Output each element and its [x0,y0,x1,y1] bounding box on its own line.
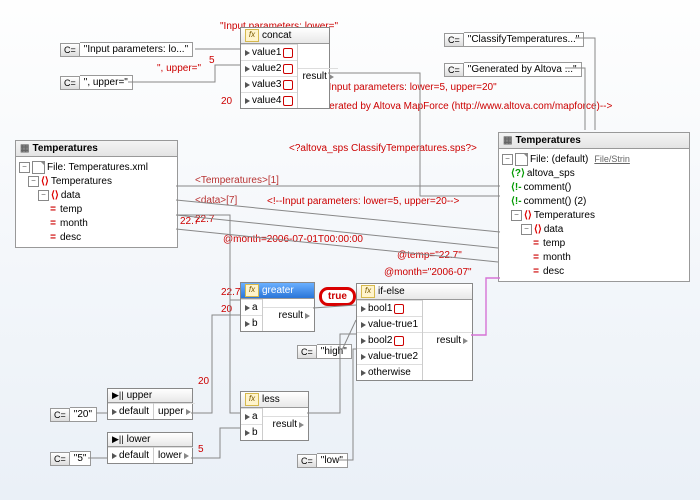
func-upper[interactable]: ▶||upper defaultupper [107,388,193,420]
root-row[interactable]: −⟨⟩Temperatures [18,174,175,188]
label-20c: 20 [198,376,209,387]
true-bubble: true [319,287,356,306]
file-row[interactable]: −File: (default)File/Strin [501,152,687,166]
label-temp-attr: @temp="22.7" [397,250,462,261]
label-generated-full: <!--Generated by Altova MapForce (http:/… [295,101,612,112]
input-icon: ▶|| [112,390,124,401]
concat-result[interactable]: result [298,68,337,84]
temp-row[interactable]: =temp [18,202,175,216]
less-result[interactable]: result [263,416,308,432]
label-data-tag: <data>[7] [195,195,237,206]
tree-icon: ▦ [503,135,512,146]
element-icon: ⟨⟩ [41,176,49,187]
func-lower-head[interactable]: ▶||lower [108,433,192,447]
func-concat-head[interactable]: fxconcat [241,28,329,44]
const-high[interactable]: C="high" [297,344,352,359]
fx-icon: fx [245,284,259,297]
ifelse-bool1[interactable]: bool1 [357,300,422,316]
file-icon [515,153,528,166]
fx-icon: fx [361,285,375,298]
label-sps: <?altova_sps ClassifyTemperatures.sps?> [289,143,477,154]
label-22c: 22.7 [221,287,240,298]
const-5[interactable]: C="5" [50,451,91,466]
label-temperatures-tag: <Temperatures>[1] [195,175,279,186]
fx-icon: fx [245,29,259,42]
const-classify[interactable]: C="ClassifyTemperatures..." [444,32,584,47]
label-5a: 5 [209,55,215,66]
lower-out[interactable]: lower [154,447,193,463]
label-month-attr: @month="2006-07" [384,267,472,278]
concat-v4[interactable]: value4 [241,92,297,108]
right-temperatures-panel[interactable]: ▦Temperatures −File: (default)File/Strin… [498,132,690,282]
comment-icon: ⟨!- [511,182,522,193]
const-input-params[interactable]: C="Input parameters: lo..." [60,42,193,57]
func-concat[interactable]: fxconcat value1 value2 value3 value4 res… [240,27,330,109]
input-icon: ▶|| [112,434,124,445]
greater-b[interactable]: b [241,315,262,331]
less-a[interactable]: a [241,408,262,424]
comment2-row[interactable]: ⟨!-comment() (2) [501,194,687,208]
const-20[interactable]: C="20" [50,407,97,422]
label-comma-upper: ", upper=" [157,63,201,74]
concat-v1[interactable]: value1 [241,44,297,60]
temp-row[interactable]: =temp [501,236,687,250]
label-20a: 20 [221,96,232,107]
right-panel-head[interactable]: ▦Temperatures [499,133,689,149]
label-input-ann: <!--Input parameters: lower=5, upper=20-… [267,196,459,207]
file-link[interactable]: File/Strin [594,154,630,164]
ifelse-result[interactable]: result [423,332,472,348]
month-row[interactable]: =month [18,216,175,230]
label-input-params-full: "Input parameters: lower=5, upper=20" [325,82,497,93]
const-btn[interactable]: C= [60,43,80,57]
comment1-row[interactable]: ⟨!-comment() [501,180,687,194]
func-upper-head[interactable]: ▶||upper [108,389,192,403]
concat-v3[interactable]: value3 [241,76,297,92]
label-20b: 20 [221,304,232,315]
lower-default[interactable]: default [108,447,153,463]
ifelse-vt1[interactable]: value-true1 [357,316,422,332]
func-greater-head[interactable]: fxgreater [241,283,314,299]
func-less[interactable]: fxless a b result [240,391,309,441]
file-row[interactable]: −File: Temperatures.xml [18,160,175,174]
ifelse-vt2[interactable]: value-true2 [357,348,422,364]
ifelse-bool2[interactable]: bool2 [357,332,422,348]
label-month-val: @month=2006-07-01T00:00:00 [223,234,363,245]
greater-result[interactable]: result [263,307,314,323]
func-lower[interactable]: ▶||lower defaultlower [107,432,193,464]
left-panel-head[interactable]: ▦Temperatures [16,141,177,157]
file-icon [32,161,45,174]
pi-icon: ⟨?⟩ [511,168,525,179]
less-b[interactable]: b [241,424,262,440]
data-row[interactable]: −⟨⟩data [18,188,175,202]
func-less-head[interactable]: fxless [241,392,308,408]
greater-a[interactable]: a [241,299,262,315]
concat-v2[interactable]: value2 [241,60,297,76]
month-row[interactable]: =month [501,250,687,264]
const-low[interactable]: C="low" [297,453,348,468]
sps-row[interactable]: ⟨?⟩altova_sps [501,166,687,180]
data-row[interactable]: −⟨⟩data [501,222,687,236]
root-row[interactable]: −⟨⟩Temperatures [501,208,687,222]
label-5c: 5 [198,444,204,455]
func-greater[interactable]: fxgreater a b result [240,282,315,332]
desc-row[interactable]: =desc [501,264,687,278]
tree-icon: ▦ [20,143,29,154]
const-generated[interactable]: C="Generated by Altova ..." [444,62,582,77]
upper-default[interactable]: default [108,403,153,419]
const-comma-upper[interactable]: C=", upper=" [60,75,133,90]
func-if-else[interactable]: fxif-else bool1 value-true1 bool2 value-… [356,283,473,381]
label-22b: 22.7 [180,216,199,227]
upper-out[interactable]: upper [154,403,195,419]
attribute-icon: = [48,204,58,215]
left-temperatures-panel[interactable]: ▦Temperatures −File: Temperatures.xml −⟨… [15,140,178,248]
desc-row[interactable]: =desc [18,230,175,244]
toggle-icon[interactable]: − [19,162,30,173]
ifelse-otherwise[interactable]: otherwise [357,364,422,380]
fx-icon: fx [245,393,259,406]
func-ifelse-head[interactable]: fxif-else [357,284,472,300]
